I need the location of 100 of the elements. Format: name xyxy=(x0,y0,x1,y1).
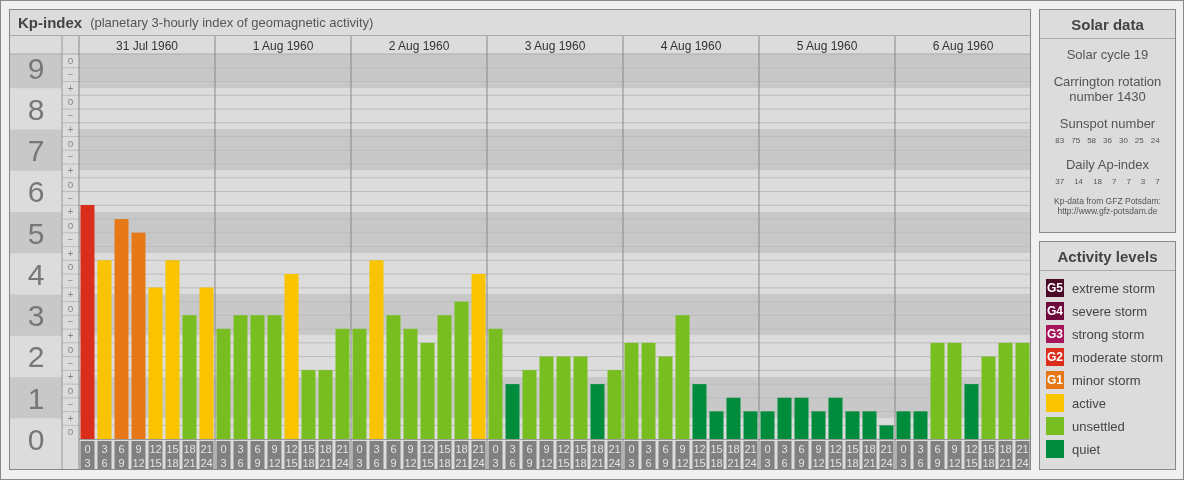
date-label: 4 Aug 1960 xyxy=(660,38,722,53)
date-label: 3 Aug 1960 xyxy=(524,38,586,53)
level-swatch: G4 xyxy=(1046,302,1064,320)
y-axis-label: 7 xyxy=(27,134,45,167)
time-range-label: 12 15 xyxy=(284,440,299,469)
level-label: minor storm xyxy=(1072,372,1141,388)
panel-title: Activity levels xyxy=(1040,242,1175,271)
time-range-label: 0 3 xyxy=(80,440,95,469)
date-label: 2 Aug 1960 xyxy=(388,38,450,53)
time-range-label: 15 18 xyxy=(165,440,180,469)
sub-tick-label: + xyxy=(67,206,74,218)
time-range-label: 9 12 xyxy=(131,440,146,469)
chart-title: Kp-index xyxy=(18,13,83,31)
kp-bar xyxy=(879,425,894,439)
time-range-label: 12 15 xyxy=(964,440,979,469)
time-range-label: 9 12 xyxy=(403,440,418,469)
sunspot-value: 58 xyxy=(1087,136,1097,145)
sub-tick-label: o xyxy=(67,384,74,396)
time-range-label: 6 9 xyxy=(114,440,129,469)
level-swatch: G1 xyxy=(1046,371,1064,389)
sub-tick-label: − xyxy=(67,233,74,245)
level-label: moderate storm xyxy=(1072,349,1164,365)
kp-bar xyxy=(590,383,605,439)
level-swatch: G2 xyxy=(1046,348,1064,366)
time-range-label: 18 21 xyxy=(590,440,605,469)
level-label: strong storm xyxy=(1072,326,1145,342)
credit-text: Kp-data from GFZ Potsdam: xyxy=(1054,196,1161,206)
sub-tick-label: − xyxy=(67,68,74,80)
date-label: 1 Aug 1960 xyxy=(252,38,314,53)
y-axis-label: 1 xyxy=(27,381,45,415)
kp-bar xyxy=(522,369,537,439)
time-range-label: 3 6 xyxy=(97,440,112,469)
time-range-label: 21 24 xyxy=(607,440,622,469)
y-axis-label: 5 xyxy=(27,216,45,250)
sub-tick-label: o xyxy=(67,426,74,438)
sub-tick-label: + xyxy=(67,371,74,383)
time-range-label: 9 12 xyxy=(811,440,826,469)
time-range-label: 9 12 xyxy=(947,440,962,469)
ap-index-value: 7 xyxy=(1155,177,1160,186)
ap-index-value: 7 xyxy=(1126,177,1131,186)
time-range-label: 12 15 xyxy=(828,440,843,469)
kp-bar xyxy=(301,369,316,439)
kp-bar xyxy=(794,397,809,439)
sub-tick-label: + xyxy=(67,329,74,341)
time-range-label: 15 18 xyxy=(301,440,316,469)
time-range-label: 0 3 xyxy=(896,440,911,469)
sunspot-value: 75 xyxy=(1071,136,1081,145)
time-range-label: 15 18 xyxy=(845,440,860,469)
y-axis-label: 3 xyxy=(27,299,45,333)
y-axis-label: 6 xyxy=(27,175,45,209)
kp-bar xyxy=(896,411,911,439)
sub-tick-label: o xyxy=(67,54,74,66)
kp-bar xyxy=(845,411,860,439)
credit-text: http://www.gfz-potsdam.de xyxy=(1056,206,1159,216)
date-label: 6 Aug 1960 xyxy=(932,38,994,53)
sub-tick-label: + xyxy=(67,164,74,176)
sub-tick-label: o xyxy=(67,178,74,190)
time-range-label: 12 15 xyxy=(148,440,163,469)
time-range-label: 12 15 xyxy=(692,440,707,469)
time-range-label: 12 15 xyxy=(556,440,571,469)
sub-tick-label: − xyxy=(67,274,74,286)
time-range-label: 3 6 xyxy=(777,440,792,469)
ap-index-value: 3 xyxy=(1140,177,1146,186)
time-range-label: 3 6 xyxy=(641,440,656,469)
solar-cycle-text: Solar cycle 19 xyxy=(1066,47,1149,62)
sunspot-value: 30 xyxy=(1118,136,1128,145)
kp-bar xyxy=(913,411,928,439)
kp-bar xyxy=(709,411,724,439)
time-range-label: 0 3 xyxy=(488,440,503,469)
rotation-text: Carrington rotation number 1430 xyxy=(1052,74,1163,104)
kp-bar xyxy=(828,397,843,439)
kp-bar xyxy=(811,411,826,439)
sub-tick-label: o xyxy=(67,343,74,355)
ap-index-value: 14 xyxy=(1074,177,1084,186)
time-range-label: 6 9 xyxy=(794,440,809,469)
time-range-label: 3 6 xyxy=(913,440,928,469)
sub-tick-label: o xyxy=(67,261,74,273)
level-label: active xyxy=(1072,395,1106,411)
panel-title: Solar data xyxy=(1040,10,1175,39)
ap-index-value: 7 xyxy=(1111,177,1117,186)
sub-tick-label: + xyxy=(67,247,74,259)
time-range-label: 15 18 xyxy=(981,440,996,469)
sunspot-value: 24 xyxy=(1150,136,1160,145)
sunspot-heading: Sunspot number xyxy=(1059,116,1156,131)
time-range-label: 3 6 xyxy=(505,440,520,469)
time-range-label: 9 12 xyxy=(675,440,690,469)
kp-bar xyxy=(505,383,520,439)
time-range-label: 18 21 xyxy=(182,440,197,469)
time-range-label: 18 21 xyxy=(318,440,333,469)
y-axis-label: 4 xyxy=(27,257,45,291)
sub-tick-label: − xyxy=(67,357,74,369)
kp-bar xyxy=(760,411,775,439)
time-range-label: 6 9 xyxy=(250,440,265,469)
time-range-label: 9 12 xyxy=(539,440,554,469)
kp-bar xyxy=(862,411,877,439)
sub-tick-label: − xyxy=(67,398,74,410)
level-label: quiet xyxy=(1072,441,1101,457)
time-range-label: 15 18 xyxy=(709,440,724,469)
sub-tick-label: − xyxy=(67,151,74,163)
sub-tick-label: o xyxy=(67,96,74,108)
